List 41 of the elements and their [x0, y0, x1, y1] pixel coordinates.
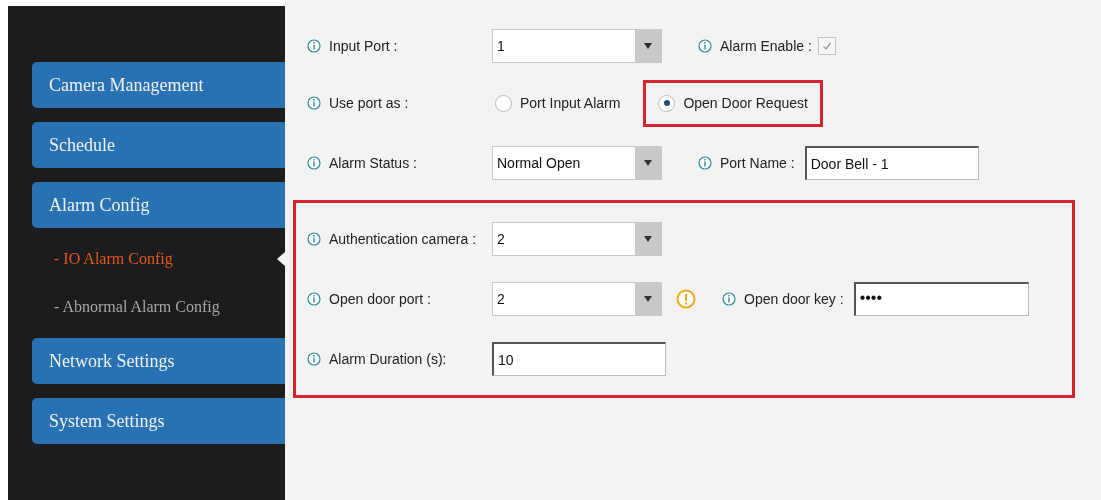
select-field[interactable]: 1 [492, 29, 662, 63]
nav-subitem[interactable]: - IO Alarm Config [54, 250, 173, 268]
field-label: Alarm Status : [329, 155, 418, 171]
nav-item[interactable]: Network Settings [32, 338, 285, 384]
field-label: Input Port : [329, 38, 399, 54]
nav-item[interactable]: Camera Management [32, 62, 285, 108]
nav-item[interactable]: Schedule [32, 122, 285, 168]
field-label: Alarm Enable : [720, 38, 812, 54]
field-label: Authentication camera : [329, 231, 478, 247]
caret-icon[interactable] [644, 160, 652, 166]
info-icon[interactable] [307, 39, 321, 53]
info-icon[interactable] [307, 156, 321, 170]
info-icon[interactable] [698, 156, 712, 170]
field-label: Alarm Duration (s): [329, 351, 448, 367]
select-field[interactable]: 2 [492, 222, 662, 256]
field-label: Open door key : [744, 291, 844, 307]
field-label: Open door port : [329, 291, 432, 307]
caret-icon[interactable] [644, 296, 652, 302]
radio-button[interactable] [658, 94, 676, 112]
radio-button[interactable] [495, 94, 512, 112]
select-field[interactable]: 2 [492, 282, 662, 316]
radio-label: Port Input Alarm [520, 95, 621, 111]
info-icon[interactable] [307, 232, 321, 246]
info-icon[interactable] [722, 292, 736, 306]
checkmark-icon [821, 41, 832, 51]
nav-item[interactable]: Alarm Config [32, 182, 285, 228]
nav-subitem[interactable]: - Abnormal Alarm Config [54, 298, 220, 316]
info-icon[interactable] [307, 96, 321, 110]
field-label: Use port as : [329, 95, 410, 111]
password-field[interactable]: •••• [853, 282, 1029, 316]
input-field[interactable]: 10 [492, 342, 666, 376]
nav-item[interactable]: System Settings [32, 398, 285, 444]
field-label: Port Name : [720, 155, 795, 171]
select-field[interactable]: Normal Open [492, 146, 662, 180]
input-field[interactable]: Door Bell - 1 [804, 146, 979, 180]
radio-label: Open Door Request [683, 95, 808, 111]
caret-icon[interactable] [644, 236, 652, 242]
info-icon[interactable] [307, 352, 321, 366]
info-icon[interactable] [307, 292, 321, 306]
info-icon[interactable] [698, 39, 712, 53]
caret-icon[interactable] [644, 43, 652, 49]
